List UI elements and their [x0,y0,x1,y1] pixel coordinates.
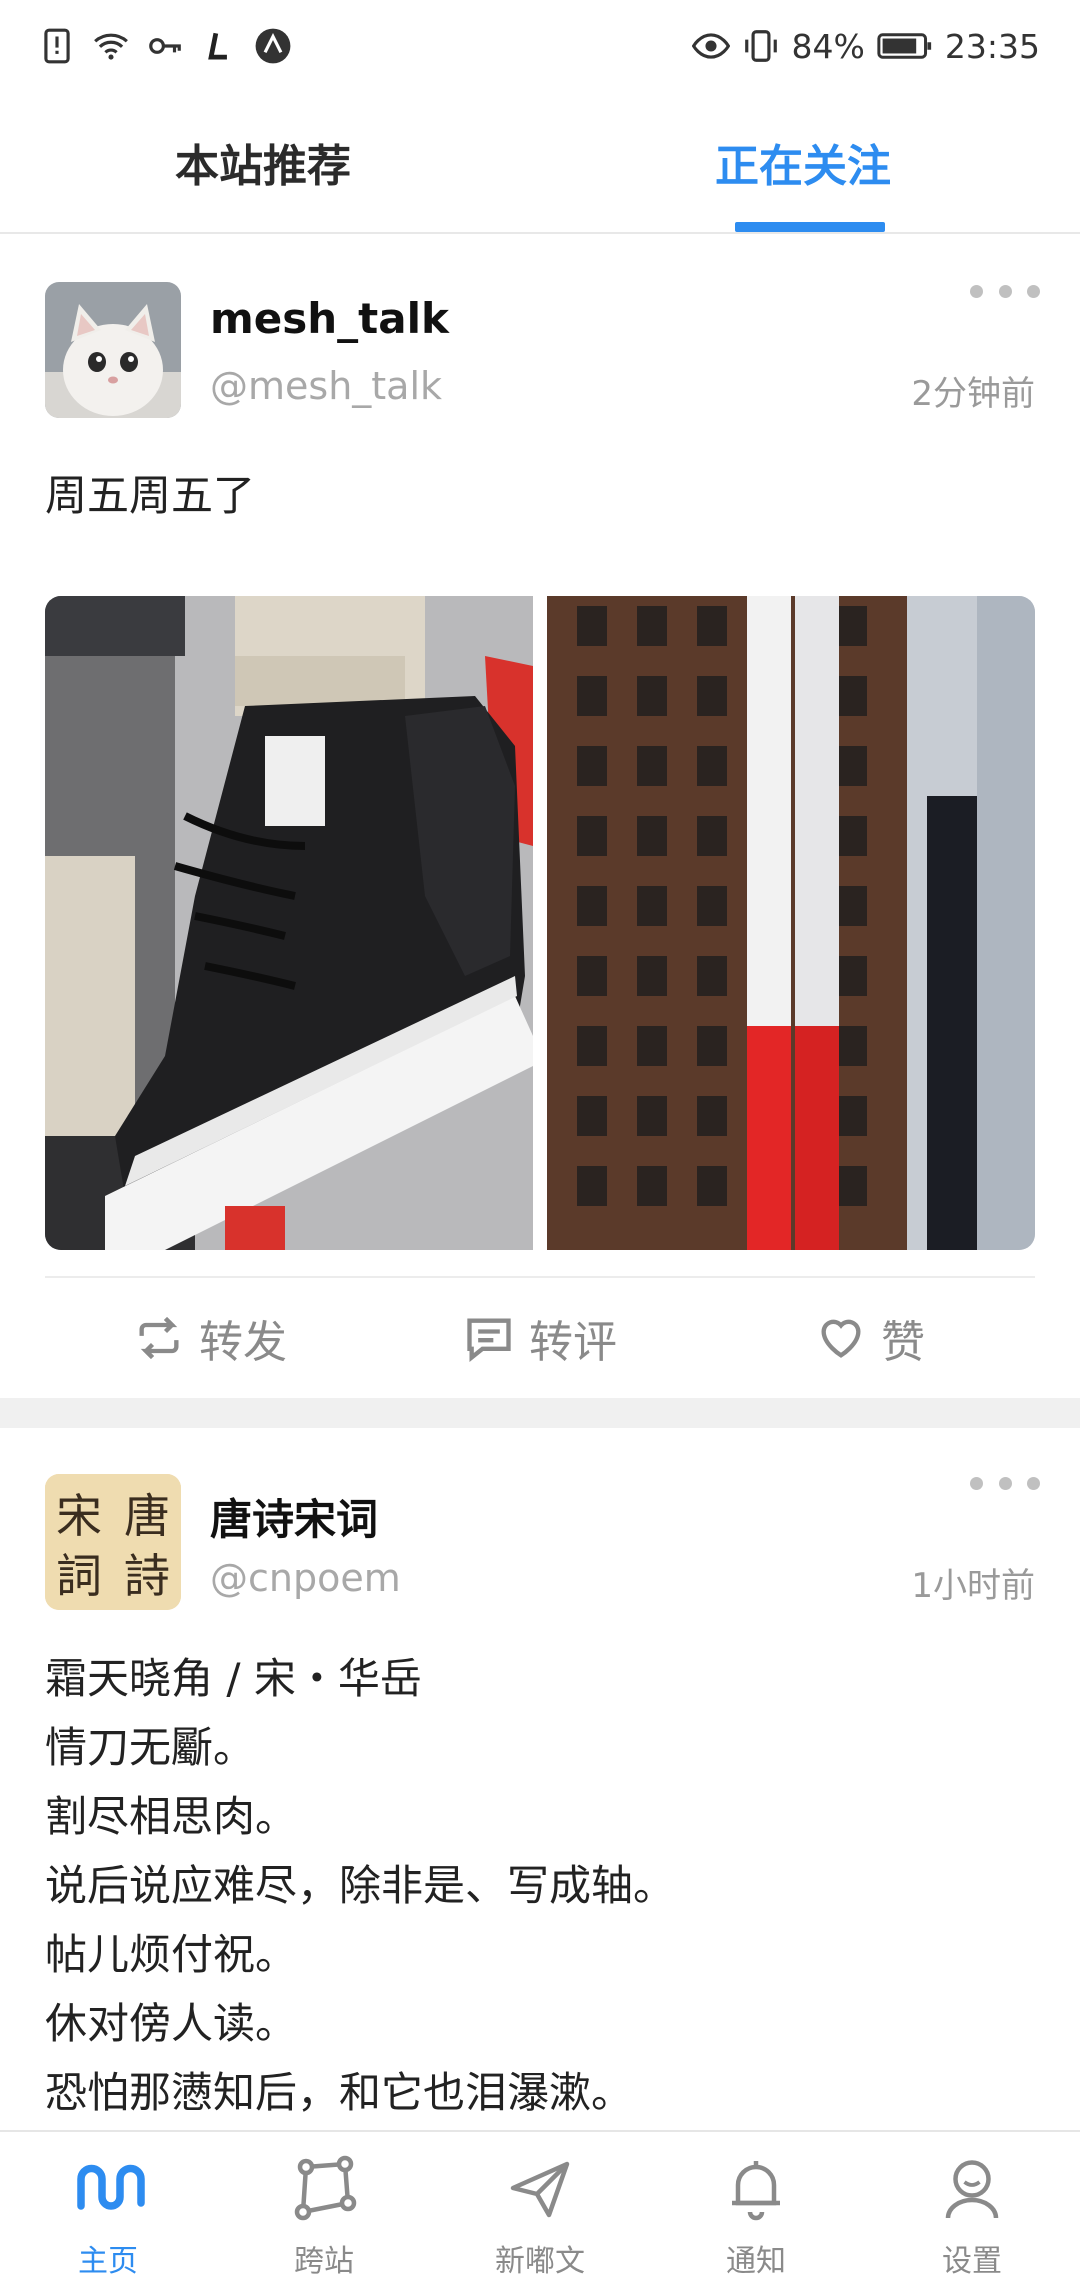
svg-text:詩: 詩 [124,1549,170,1603]
send-icon [510,2161,570,2218]
times-square-billboard-photo [547,596,1035,1250]
bottom-navigation: 主页 跨站 新嘟文 通知 设置 [0,2130,1080,2280]
status-bar: 84% 23:35 [0,0,1080,92]
poem-line: 割尽相思肉。 [45,1792,298,1841]
svg-text:宋: 宋 [56,1489,102,1543]
poem-line: 休对傍人读。 [45,1999,298,2048]
bell-icon [732,2161,780,2221]
cross-site-icon [294,2155,357,2221]
avatar[interactable]: 宋 唐 詞 詩 [45,1474,181,1610]
nav-cross-site[interactable]: 跨站 [216,2132,432,2280]
nav-new-post-label: 新嘟文 [495,2244,585,2279]
post-timestamp: 1小时前 [911,1566,1035,1606]
nav-cross-site-label: 跨站 [294,2244,354,2279]
cat-avatar-image [45,282,181,418]
status-right: 84% 23:35 [691,22,1040,70]
nav-notifications[interactable]: 通知 [648,2132,864,2280]
nav-new-post[interactable]: 新嘟文 [432,2132,648,2280]
post-timestamp: 2分钟前 [911,374,1035,414]
status-card[interactable]: 宋 唐 詞 詩 唐诗宋词 @cnpoem 1小时前 霜天晓角 / 宋・华岳 情刀… [0,1428,1080,2128]
sim-alert-icon [44,28,70,64]
comment-button[interactable]: 转评 [375,1278,705,1398]
nav-settings-label: 设置 [942,2244,1002,2279]
post-content: 霜天晓角 / 宋・华岳 情刀无斸。 割尽相思肉。 说后说应难尽，除非是、写成轴。… [45,1644,675,2127]
poem-avatar-image: 宋 唐 詞 詩 [45,1474,181,1610]
author-handle: @mesh_talk [210,364,443,408]
more-options-icon[interactable] [970,276,1040,306]
comment-label: 转评 [529,1317,617,1368]
author-name[interactable]: mesh_talk [210,294,449,343]
poem-line: 说后说应难尽，除非是、写成轴。 [45,1861,676,1910]
tab-following[interactable]: 正在关注 [715,130,891,194]
tab-recommended[interactable]: 本站推荐 [175,130,351,194]
poem-line: 情刀无斸。 [45,1723,256,1772]
post-separator [0,1398,1080,1428]
vibrate-icon [744,30,777,62]
repost-button[interactable]: 转发 [45,1278,375,1398]
author-handle: @cnpoem [210,1556,401,1600]
nav-home[interactable]: 主页 [0,2132,216,2280]
wifi-icon [94,33,128,60]
active-tab-indicator [735,222,885,232]
sneaker-photo [45,596,533,1250]
media-image-billboard[interactable] [547,596,1035,1250]
nav-home-label: 主页 [78,2244,138,2279]
clock: 23:35 [944,26,1040,66]
l-icon [208,32,227,60]
like-label: 赞 [881,1317,925,1368]
author-name[interactable]: 唐诗宋词 [210,1486,378,1547]
battery-percent: 84% [791,26,865,66]
heart-icon [821,1319,861,1358]
repost-label: 转发 [199,1317,287,1368]
nav-notifications-label: 通知 [726,2244,786,2279]
nav-arrow-icon [255,28,291,64]
poem-line: 霜天晓角 / 宋・华岳 [45,1654,422,1703]
repost-icon [139,1316,179,1360]
battery-icon [877,33,932,59]
post-content: 周五周五了 [45,471,256,520]
person-icon [945,2160,999,2219]
svg-text:唐: 唐 [124,1489,170,1543]
post-actions: 转发 转评 赞 [45,1276,1035,1398]
media-grid [45,596,1035,1250]
avatar[interactable] [45,282,181,418]
key-icon [149,38,181,54]
nav-settings[interactable]: 设置 [864,2132,1080,2280]
more-options-icon[interactable] [970,1468,1040,1498]
poem-line: 恐怕那懑知后，和它也泪瀑漱。 [45,2068,634,2117]
comment-icon [467,1318,511,1363]
like-button[interactable]: 赞 [705,1278,1035,1398]
eye-icon [691,33,730,59]
timeline-tabs: 本站推荐 正在关注 [0,92,1080,234]
home-m-icon [77,2164,145,2210]
svg-text:詞: 詞 [56,1549,102,1603]
media-image-sneaker[interactable] [45,596,533,1250]
poem-line: 帖儿烦付祝。 [45,1930,298,1979]
status-left-icons [38,26,292,66]
status-card[interactable]: mesh_talk @mesh_talk 2分钟前 周五周五了 转发 转评 赞 [0,236,1080,1396]
